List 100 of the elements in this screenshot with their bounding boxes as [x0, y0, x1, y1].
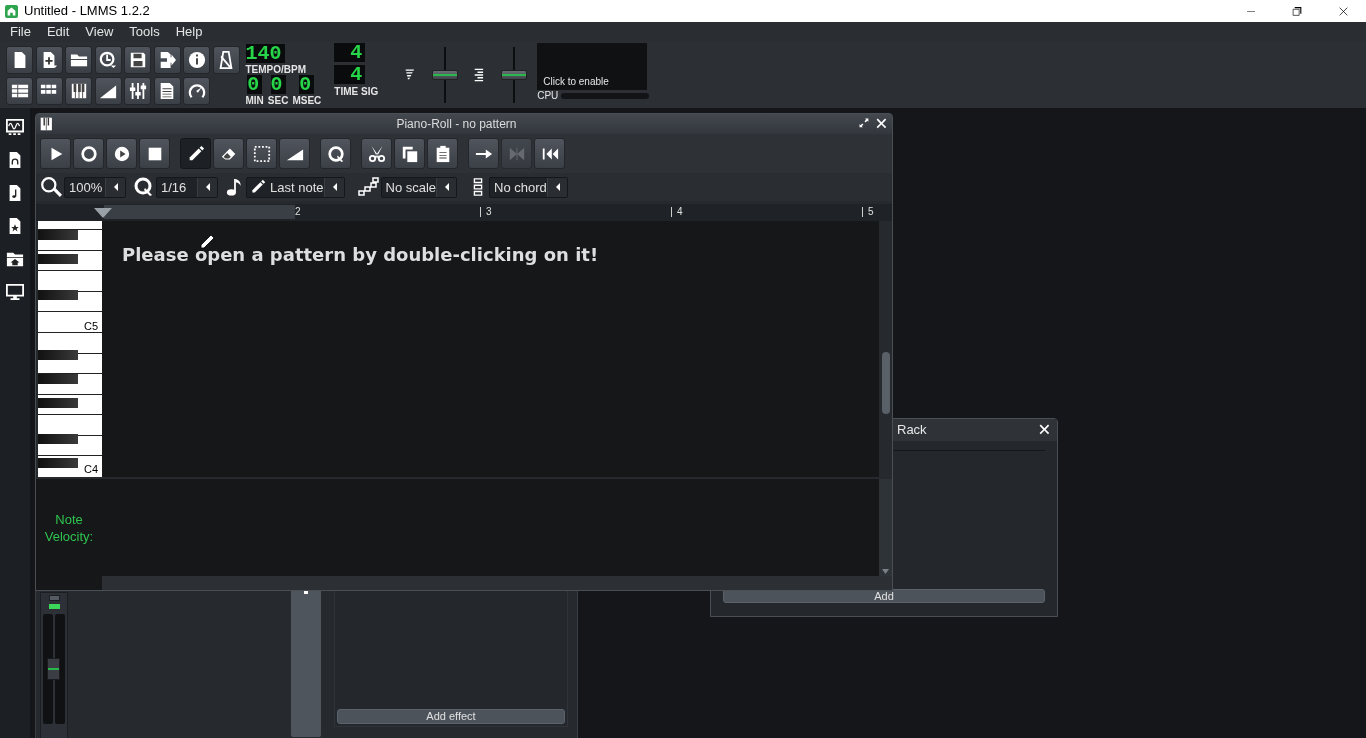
menu-item[interactable]: View — [78, 22, 121, 42]
save-button[interactable] — [124, 45, 151, 74]
mixer-icon — [128, 81, 147, 100]
recent-icon — [99, 50, 117, 69]
piano-roll-button[interactable] — [65, 76, 92, 105]
paste-button[interactable] — [427, 138, 458, 170]
scissors-icon — [367, 144, 386, 163]
info-icon — [187, 50, 206, 69]
bar-number: 5 — [868, 205, 874, 220]
cpu-label: CPU — [537, 91, 559, 101]
copy-icon — [400, 144, 419, 163]
export-icon — [158, 50, 176, 69]
cpu-graph[interactable]: Click to enable — [537, 43, 648, 90]
menu-item[interactable]: Tools — [122, 22, 167, 42]
dotted-square-icon — [252, 144, 271, 163]
stop-button[interactable] — [139, 138, 170, 170]
new-from-template-button[interactable] — [35, 45, 63, 74]
bar-number: 2 — [295, 205, 301, 220]
horizontal-scrollbar[interactable] — [102, 576, 892, 590]
menu-item[interactable]: File — [3, 22, 38, 42]
bar-number: 3 — [486, 205, 492, 220]
time-display: 0 — [270, 75, 286, 94]
slider-thumb[interactable] — [501, 70, 528, 80]
cpu-hint: Click to enable — [543, 77, 609, 87]
new-project-button[interactable] — [6, 45, 33, 74]
fader-thumb[interactable] — [47, 658, 60, 680]
select-mode-button[interactable] — [246, 138, 277, 170]
beat-editor-button[interactable] — [35, 76, 63, 105]
time-label: MIN — [245, 96, 264, 106]
tempo-label: TEMPO/BPM — [245, 65, 307, 75]
bar-number: 4 — [677, 205, 683, 220]
playhead-marker-icon — [94, 208, 112, 219]
search-icon — [40, 176, 62, 199]
pitch-slider[interactable] — [501, 47, 528, 103]
velocity-label: Note Velocity: — [43, 510, 95, 545]
time-signature-label: TIME SIG — [334, 87, 379, 97]
note-length-dropdown[interactable]: Last note — [246, 176, 345, 198]
step-record-button[interactable] — [468, 138, 499, 170]
quantize-dropdown[interactable]: 1/16 — [156, 176, 218, 198]
automation-editor-button[interactable] — [94, 76, 122, 105]
quantize-button[interactable] — [320, 138, 351, 170]
restore-icon — [859, 118, 870, 130]
time-signature-numerator: 4 — [334, 43, 366, 62]
export-button[interactable] — [153, 45, 181, 74]
controller-rack-button[interactable] — [183, 76, 210, 105]
controller-icon — [187, 81, 206, 100]
window-title: Rack — [897, 421, 928, 440]
draw-mode-button[interactable] — [180, 138, 211, 170]
time-display: 0 — [299, 75, 315, 94]
close-icon — [1337, 5, 1349, 17]
menu-item[interactable]: Help — [168, 22, 210, 42]
record-while-playing-button[interactable] — [106, 138, 137, 170]
time-label: SEC — [267, 96, 289, 106]
project-notes-button[interactable] — [153, 76, 181, 105]
add-button[interactable]: Add — [723, 589, 1045, 603]
scrollbar-track[interactable] — [879, 479, 892, 577]
play-circle-icon — [112, 144, 131, 163]
time-label: MSEC — [292, 96, 322, 106]
copy-button[interactable] — [394, 138, 425, 170]
erase-mode-button[interactable] — [213, 138, 244, 170]
caret-icon — [112, 182, 119, 193]
restore-icon — [1291, 5, 1303, 17]
piano-keys-icon — [40, 116, 54, 131]
pencil-icon — [250, 179, 266, 196]
open-project-button[interactable] — [65, 45, 92, 74]
maximize-button[interactable] — [859, 118, 870, 130]
caret-icon — [204, 182, 211, 193]
mixer-button[interactable] — [124, 76, 151, 105]
q-letter-icon — [134, 177, 154, 198]
key-label: C5 — [83, 320, 98, 332]
zoom-dropdown[interactable]: 100% — [64, 176, 126, 198]
record-button[interactable] — [73, 138, 104, 170]
play-button[interactable] — [40, 138, 71, 170]
close-button[interactable] — [876, 117, 888, 130]
tempo-display: 140 — [245, 44, 285, 63]
chord-dropdown[interactable]: No chord — [489, 176, 568, 198]
time-signature-denominator: 4 — [334, 65, 366, 84]
metronome-icon — [217, 50, 235, 69]
empty-pattern-message: Please open a pattern by double-clicking on it! — [122, 244, 599, 265]
slider-thumb[interactable] — [432, 70, 459, 80]
close-icon — [1039, 424, 1051, 436]
add-effect-button[interactable]: Add effect — [337, 709, 565, 724]
mute-button[interactable] — [48, 595, 60, 609]
volume-slider[interactable] — [432, 47, 459, 103]
cut-button[interactable] — [361, 138, 392, 170]
q-letter-icon — [326, 144, 345, 163]
detune-mode-button[interactable] — [279, 138, 310, 170]
metronome-button[interactable] — [212, 45, 240, 74]
piano-icon — [69, 81, 88, 100]
recent-projects-button[interactable] — [94, 45, 122, 74]
whats-this-button[interactable] — [183, 45, 210, 74]
back-to-start-button[interactable] — [534, 138, 565, 170]
save-icon — [128, 50, 147, 69]
song-editor-button[interactable] — [6, 76, 33, 105]
close-icon — [876, 117, 888, 130]
caret-icon — [443, 182, 451, 193]
menu-item[interactable]: Edit — [39, 22, 77, 42]
close-button[interactable] — [1039, 424, 1051, 436]
scale-dropdown[interactable]: No scale — [380, 176, 458, 198]
window-title: Untitled - LMMS 1.2.2 — [24, 2, 151, 21]
